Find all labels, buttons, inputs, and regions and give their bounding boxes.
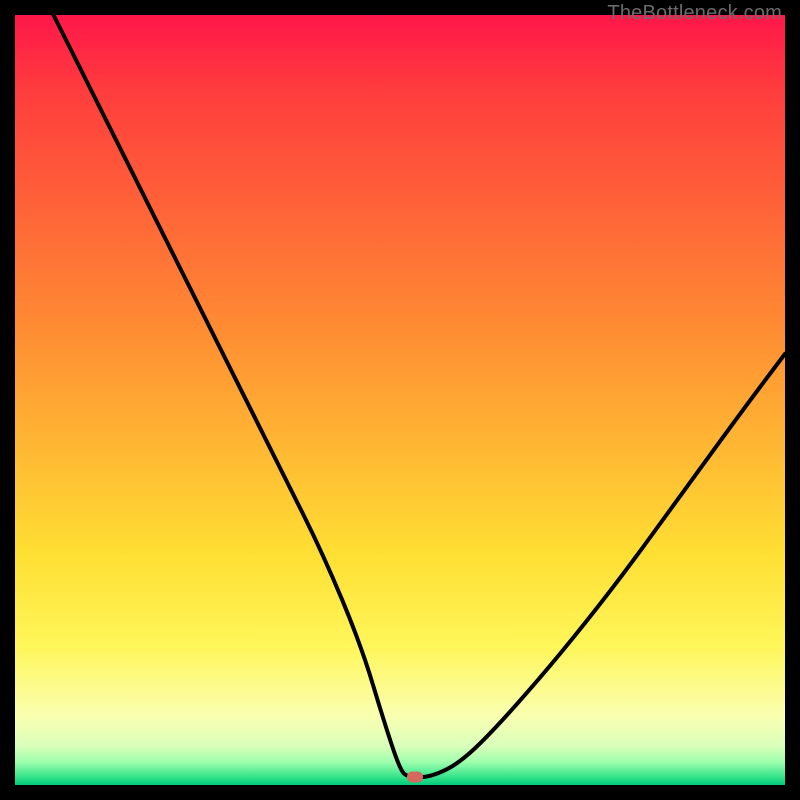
watermark-text: TheBottleneck.com (607, 2, 782, 25)
chart-container: TheBottleneck.com (0, 0, 800, 800)
curve-vertex-marker (407, 772, 423, 783)
plot-area (15, 15, 785, 785)
bottleneck-curve (15, 15, 785, 785)
